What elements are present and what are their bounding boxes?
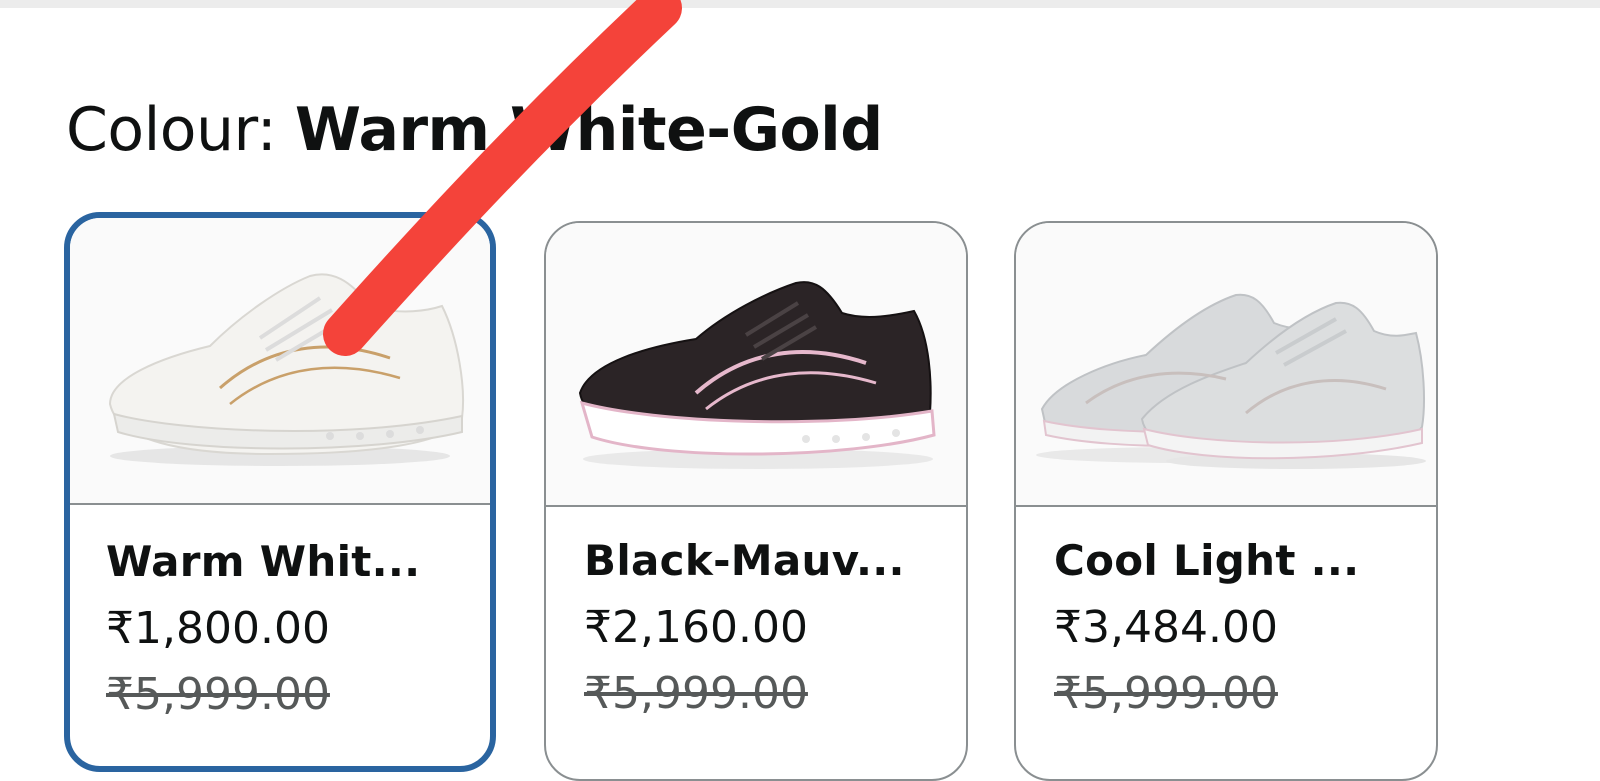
swatch-image	[70, 218, 490, 505]
swatch-image	[1016, 223, 1436, 507]
swatch-mrp: ₹5,999.00	[106, 669, 330, 720]
swatch-mrp: ₹5,999.00	[1054, 668, 1278, 719]
swatch-name: Warm Whit...	[106, 537, 421, 586]
swatch-price: ₹3,484.00	[1054, 602, 1278, 653]
swatch-mrp: ₹5,999.00	[584, 668, 808, 719]
swatch-price: ₹2,160.00	[584, 602, 808, 653]
colour-swatch-black-mauve[interactable]: Black-Mauv... ₹2,160.00 ₹5,999.00	[544, 221, 968, 781]
swatch-price: ₹1,800.00	[106, 603, 330, 654]
selected-colour-value: Warm White-Gold	[294, 95, 883, 165]
black-mauve-sneaker-icon	[578, 281, 936, 469]
cool-light-grey-sneaker-pair-icon	[1036, 293, 1426, 469]
colour-heading: Colour: Warm White-Gold	[66, 92, 883, 168]
colour-label: Colour:	[66, 95, 295, 165]
swatch-name: Cool Light ...	[1054, 536, 1360, 585]
top-divider	[0, 0, 1600, 8]
swatch-name: Black-Mauv...	[584, 536, 905, 585]
colour-swatch-warm-white-gold[interactable]: Warm Whit... ₹1,800.00 ₹5,999.00	[64, 212, 496, 772]
swatch-image	[546, 223, 966, 507]
white-gold-sneaker-icon	[108, 273, 465, 466]
colour-swatch-cool-light-grey[interactable]: Cool Light ... ₹3,484.00 ₹5,999.00	[1014, 221, 1438, 781]
